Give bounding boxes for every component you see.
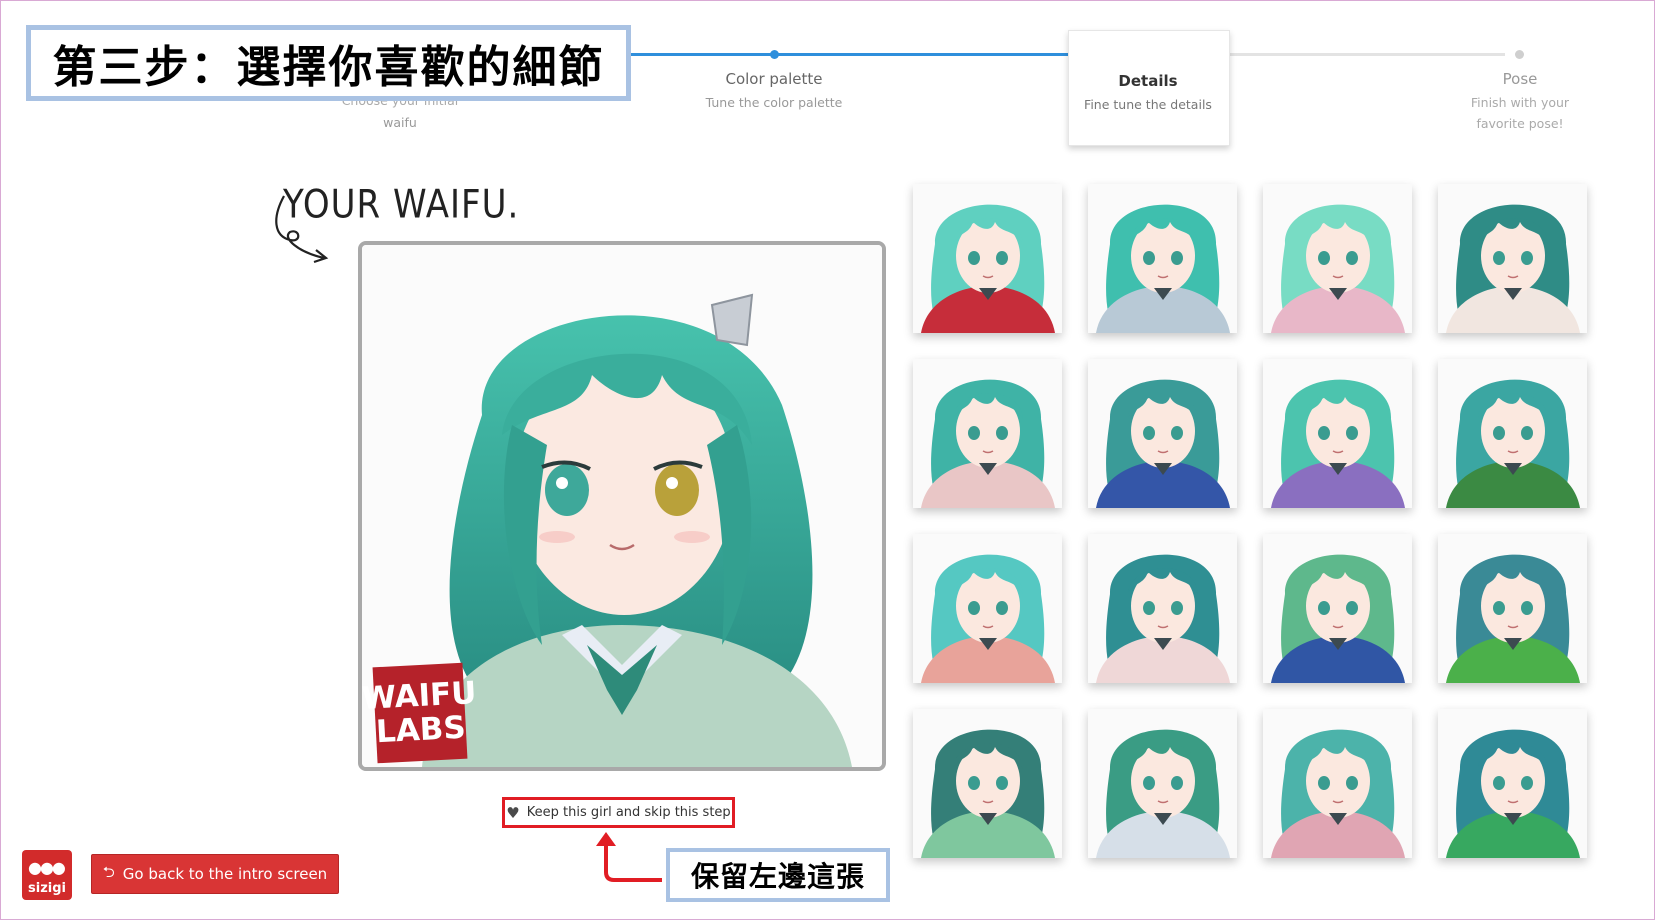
annotation-title-box: 第三步：選擇你喜歡的細節 — [26, 25, 631, 101]
annotation-arrow-icon — [596, 832, 662, 882]
variation-portrait — [913, 534, 1062, 683]
variation-thumb-15[interactable] — [1263, 709, 1412, 858]
keep-button-label: Keep this girl and skip this step — [526, 805, 731, 820]
variation-thumb-12[interactable] — [1438, 534, 1587, 683]
brand-name: sizigi — [28, 881, 66, 896]
variation-thumb-3[interactable] — [1263, 184, 1412, 333]
variation-portrait — [1438, 359, 1587, 508]
variation-thumb-10[interactable] — [1088, 534, 1237, 683]
undo-arrow-icon: ⮌ — [102, 862, 115, 881]
variation-thumb-6[interactable] — [1088, 359, 1237, 508]
waifu-labs-stamp: WAIFU LABS — [362, 662, 477, 764]
annotation-keep-text: 保留左邊這張 — [690, 860, 865, 893]
step-4-sub-1: Finish with your — [1470, 95, 1570, 110]
step-3-label[interactable]: Details — [1068, 72, 1228, 90]
variation-thumb-16[interactable] — [1438, 709, 1587, 858]
variation-portrait — [1088, 709, 1237, 858]
logo-dots-icon: ●●● — [28, 858, 66, 877]
variation-portrait — [1438, 534, 1587, 683]
keep-girl-skip-button[interactable]: ♥ Keep this girl and skip this step — [502, 797, 735, 828]
heart-icon: ♥ — [506, 803, 520, 822]
step-2-label[interactable]: Color palette — [684, 70, 864, 88]
variation-portrait — [913, 709, 1062, 858]
variation-portrait — [1263, 534, 1412, 683]
variation-portrait — [913, 184, 1062, 333]
variation-portrait — [1438, 184, 1587, 333]
variation-portrait — [913, 359, 1062, 508]
variation-portrait — [1263, 184, 1412, 333]
variation-thumb-5[interactable] — [913, 359, 1062, 508]
variation-thumb-8[interactable] — [1438, 359, 1587, 508]
back-button-label: Go back to the intro screen — [122, 865, 328, 883]
variation-portrait — [1088, 359, 1237, 508]
step-4-label[interactable]: Pose — [1440, 70, 1600, 88]
variation-thumb-4[interactable] — [1438, 184, 1587, 333]
step-4-sub-2: favorite pose! — [1476, 116, 1564, 131]
step-2-sub: Tune the color palette — [705, 95, 843, 110]
variation-thumb-1[interactable] — [913, 184, 1062, 333]
step-1-sub: waifu — [383, 115, 417, 130]
waifu-preview-image: WAIFU LABS — [358, 241, 886, 771]
variation-portrait — [1438, 709, 1587, 858]
stamp-line-2: LABS — [375, 709, 467, 751]
annotation-keep-box: 保留左邊這張 — [666, 848, 890, 902]
variation-portrait — [1263, 359, 1412, 508]
variation-grid — [913, 184, 1589, 858]
variation-thumb-11[interactable] — [1263, 534, 1412, 683]
annotation-title: 第三步：選擇你喜歡的細節 — [52, 42, 605, 93]
variation-thumb-13[interactable] — [913, 709, 1062, 858]
step-3-sub: Fine tune the details — [1084, 97, 1212, 112]
variation-portrait — [1088, 534, 1237, 683]
step-dot-color-palette[interactable] — [770, 50, 779, 59]
step-dot-pose[interactable] — [1515, 50, 1524, 59]
variation-portrait — [1263, 709, 1412, 858]
variation-portrait — [1088, 184, 1237, 333]
variation-thumb-7[interactable] — [1263, 359, 1412, 508]
curly-arrow-icon — [275, 195, 329, 264]
variation-thumb-9[interactable] — [913, 534, 1062, 683]
variation-thumb-2[interactable] — [1088, 184, 1237, 333]
variation-thumb-14[interactable] — [1088, 709, 1237, 858]
sizigi-logo[interactable]: ●●● sizigi — [22, 850, 72, 900]
back-to-intro-button[interactable]: ⮌ Go back to the intro screen — [91, 854, 339, 894]
